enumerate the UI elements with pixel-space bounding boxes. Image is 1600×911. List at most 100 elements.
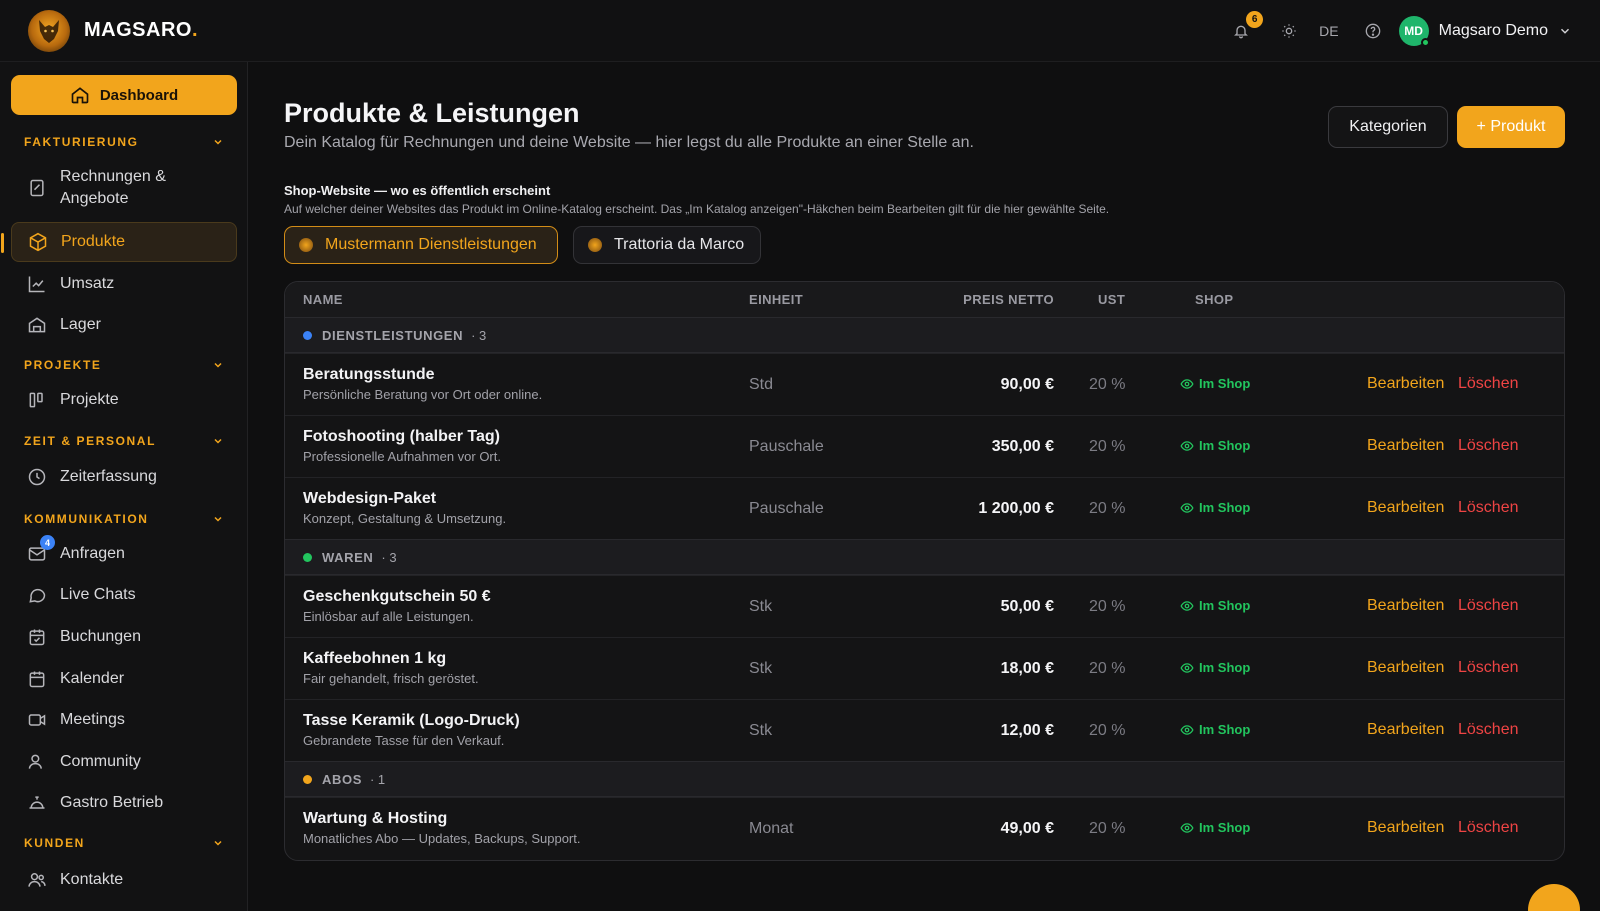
site-logo-icon bbox=[588, 238, 602, 252]
shop-visibility-badge[interactable]: Im Shop bbox=[1180, 376, 1250, 391]
delete-button[interactable]: Löschen bbox=[1458, 819, 1519, 837]
invoice-icon bbox=[25, 178, 49, 198]
theme-sun-icon[interactable] bbox=[1277, 19, 1301, 43]
delete-button[interactable]: Löschen bbox=[1458, 659, 1519, 677]
top-bar: MAGSARO. 6 DE MD Magsaro Demo bbox=[0, 0, 1600, 62]
edit-button[interactable]: Bearbeiten bbox=[1367, 659, 1444, 677]
header-name[interactable]: NAME bbox=[303, 292, 343, 307]
table-row[interactable]: Beratungsstunde Persönliche Beratung vor … bbox=[285, 353, 1564, 415]
table-row[interactable]: Kaffeebohnen 1 kg Fair gehandelt, frisch … bbox=[285, 637, 1564, 699]
edit-button[interactable]: Bearbeiten bbox=[1367, 375, 1444, 393]
header-unit[interactable]: EINHEIT bbox=[749, 292, 803, 307]
site-selector-trattoria[interactable]: Trattoria da Marco bbox=[573, 226, 761, 264]
header-price[interactable]: PREIS NETTO bbox=[963, 292, 1054, 307]
shop-website-description: Auf welcher deiner Websites das Produkt … bbox=[284, 202, 1110, 216]
products-table: NAME EINHEIT PREIS NETTO UST SHOP DIENST… bbox=[284, 281, 1565, 861]
user-avatar[interactable]: MD bbox=[1398, 16, 1430, 47]
brand-name: MAGSARO. bbox=[84, 19, 199, 41]
sidebar-item-kontakte[interactable]: Kontakte bbox=[11, 860, 237, 900]
help-icon[interactable] bbox=[1361, 19, 1385, 43]
brand-logo[interactable]: MAGSARO. bbox=[28, 9, 199, 52]
dashboard-button[interactable]: Dashboard bbox=[11, 75, 237, 115]
language-switcher[interactable]: DE bbox=[1319, 23, 1338, 39]
floating-action-button[interactable] bbox=[1528, 884, 1580, 911]
sidebar-item-gastro-betrieb[interactable]: Gastro Betrieb bbox=[11, 783, 237, 823]
sidebar-item-live-chats[interactable]: Live Chats bbox=[11, 575, 237, 615]
product-unit: Monat bbox=[749, 820, 794, 837]
sidebar-item-anfragen[interactable]: 4 Anfragen bbox=[11, 534, 237, 574]
table-row[interactable]: Tasse Keramik (Logo-Druck) Gebrandete Tas… bbox=[285, 699, 1564, 761]
edit-button[interactable]: Bearbeiten bbox=[1367, 597, 1444, 615]
product-vat: 20 % bbox=[1089, 722, 1126, 739]
section-projekte[interactable]: PROJEKTE bbox=[24, 355, 224, 375]
sidebar-item-zeiterfassung[interactable]: Zeiterfassung bbox=[11, 457, 237, 497]
product-description: Professionelle Aufnahmen vor Ort. bbox=[303, 449, 501, 464]
header-vat[interactable]: UST bbox=[1098, 292, 1125, 307]
chevron-down-icon bbox=[214, 438, 222, 444]
delete-button[interactable]: Löschen bbox=[1458, 437, 1519, 455]
delete-button[interactable]: Löschen bbox=[1458, 721, 1519, 739]
section-kunden[interactable]: KUNDEN bbox=[24, 833, 224, 853]
table-header: NAME EINHEIT PREIS NETTO UST SHOP bbox=[285, 282, 1564, 318]
site-label: Trattoria da Marco bbox=[614, 236, 745, 253]
sidebar-item-rechnungen[interactable]: Rechnungen & Angebote bbox=[11, 164, 237, 212]
site-selector-mustermann[interactable]: Mustermann Dienstleistungen bbox=[284, 226, 558, 264]
categories-button[interactable]: Kategorien bbox=[1328, 106, 1448, 148]
delete-button[interactable]: Löschen bbox=[1458, 499, 1519, 517]
shop-visibility-badge[interactable]: Im Shop bbox=[1180, 820, 1250, 835]
user-name[interactable]: Magsaro Demo bbox=[1439, 22, 1548, 40]
eye-icon bbox=[1180, 662, 1194, 673]
product-unit: Stk bbox=[749, 660, 773, 677]
chat-icon bbox=[25, 585, 49, 605]
shop-visibility-badge[interactable]: Im Shop bbox=[1180, 660, 1250, 675]
sidebar-item-label: Anfragen bbox=[60, 545, 125, 562]
notifications-count-badge: 6 bbox=[1246, 11, 1264, 28]
table-row[interactable]: Webdesign-Paket Konzept, Gestaltung & Ums… bbox=[285, 477, 1564, 539]
shop-visibility-label: Im Shop bbox=[1199, 500, 1251, 515]
sidebar-item-meetings[interactable]: Meetings bbox=[11, 700, 237, 740]
table-row[interactable]: Wartung & Hosting Monatliches Abo — Updat… bbox=[285, 797, 1564, 859]
product-description: Konzept, Gestaltung & Umsetzung. bbox=[303, 511, 507, 526]
notifications-bell-icon[interactable]: 6 bbox=[1229, 11, 1264, 43]
section-zeit-personal[interactable]: ZEIT & PERSONAL bbox=[24, 431, 224, 451]
delete-button[interactable]: Löschen bbox=[1458, 597, 1519, 615]
shop-website-title: Shop-Website — wo es öffentlich erschein… bbox=[284, 183, 551, 198]
sidebar-item-label: Live Chats bbox=[60, 586, 136, 603]
sidebar-item-buchungen[interactable]: Buchungen bbox=[11, 617, 237, 657]
product-name: Wartung & Hosting bbox=[303, 810, 448, 827]
shop-visibility-badge[interactable]: Im Shop bbox=[1180, 722, 1250, 737]
product-unit: Stk bbox=[749, 598, 773, 615]
edit-button[interactable]: Bearbeiten bbox=[1367, 819, 1444, 837]
chevron-down-icon[interactable] bbox=[1558, 24, 1572, 38]
warehouse-icon bbox=[25, 315, 49, 335]
sidebar-item-kalender[interactable]: Kalender bbox=[11, 659, 237, 699]
sidebar-item-produkte[interactable]: Produkte bbox=[1, 222, 237, 262]
eye-icon bbox=[1180, 600, 1194, 611]
sidebar-item-lager[interactable]: Lager bbox=[11, 305, 237, 345]
sidebar-item-projekte[interactable]: Projekte bbox=[11, 380, 237, 420]
add-product-button[interactable]: + Produkt bbox=[1457, 106, 1565, 148]
sidebar: Dashboard FAKTURIERUNG Rechnungen & Angeb… bbox=[0, 62, 248, 911]
product-price: 12,00 € bbox=[1000, 722, 1054, 739]
product-vat: 20 % bbox=[1089, 820, 1126, 837]
edit-button[interactable]: Bearbeiten bbox=[1367, 721, 1444, 739]
product-description: Fair gehandelt, frisch geröstet. bbox=[303, 671, 479, 686]
shop-visibility-badge[interactable]: Im Shop bbox=[1180, 500, 1250, 515]
table-row[interactable]: Geschenkgutschein 50 € Einlösbar auf alle… bbox=[285, 575, 1564, 637]
edit-button[interactable]: Bearbeiten bbox=[1367, 437, 1444, 455]
sidebar-item-community[interactable]: Community bbox=[11, 742, 237, 782]
calendar-icon bbox=[25, 669, 49, 689]
clock-icon bbox=[25, 467, 49, 487]
shop-visibility-badge[interactable]: Im Shop bbox=[1180, 598, 1250, 613]
sidebar-item-umsatz[interactable]: Umsatz bbox=[11, 264, 237, 304]
header-shop[interactable]: SHOP bbox=[1195, 292, 1233, 307]
shop-visibility-badge[interactable]: Im Shop bbox=[1180, 438, 1250, 453]
delete-button[interactable]: Löschen bbox=[1458, 375, 1519, 393]
category-color-dot bbox=[303, 330, 312, 340]
edit-button[interactable]: Bearbeiten bbox=[1367, 499, 1444, 517]
table-row[interactable]: Fotoshooting (halber Tag) Professionelle … bbox=[285, 415, 1564, 477]
section-kommunikation[interactable]: KOMMUNIKATION bbox=[24, 509, 224, 529]
section-fakturierung[interactable]: FAKTURIERUNG bbox=[24, 132, 224, 152]
product-unit: Pauschale bbox=[749, 438, 824, 455]
sidebar-item-label: Umsatz bbox=[60, 275, 115, 292]
